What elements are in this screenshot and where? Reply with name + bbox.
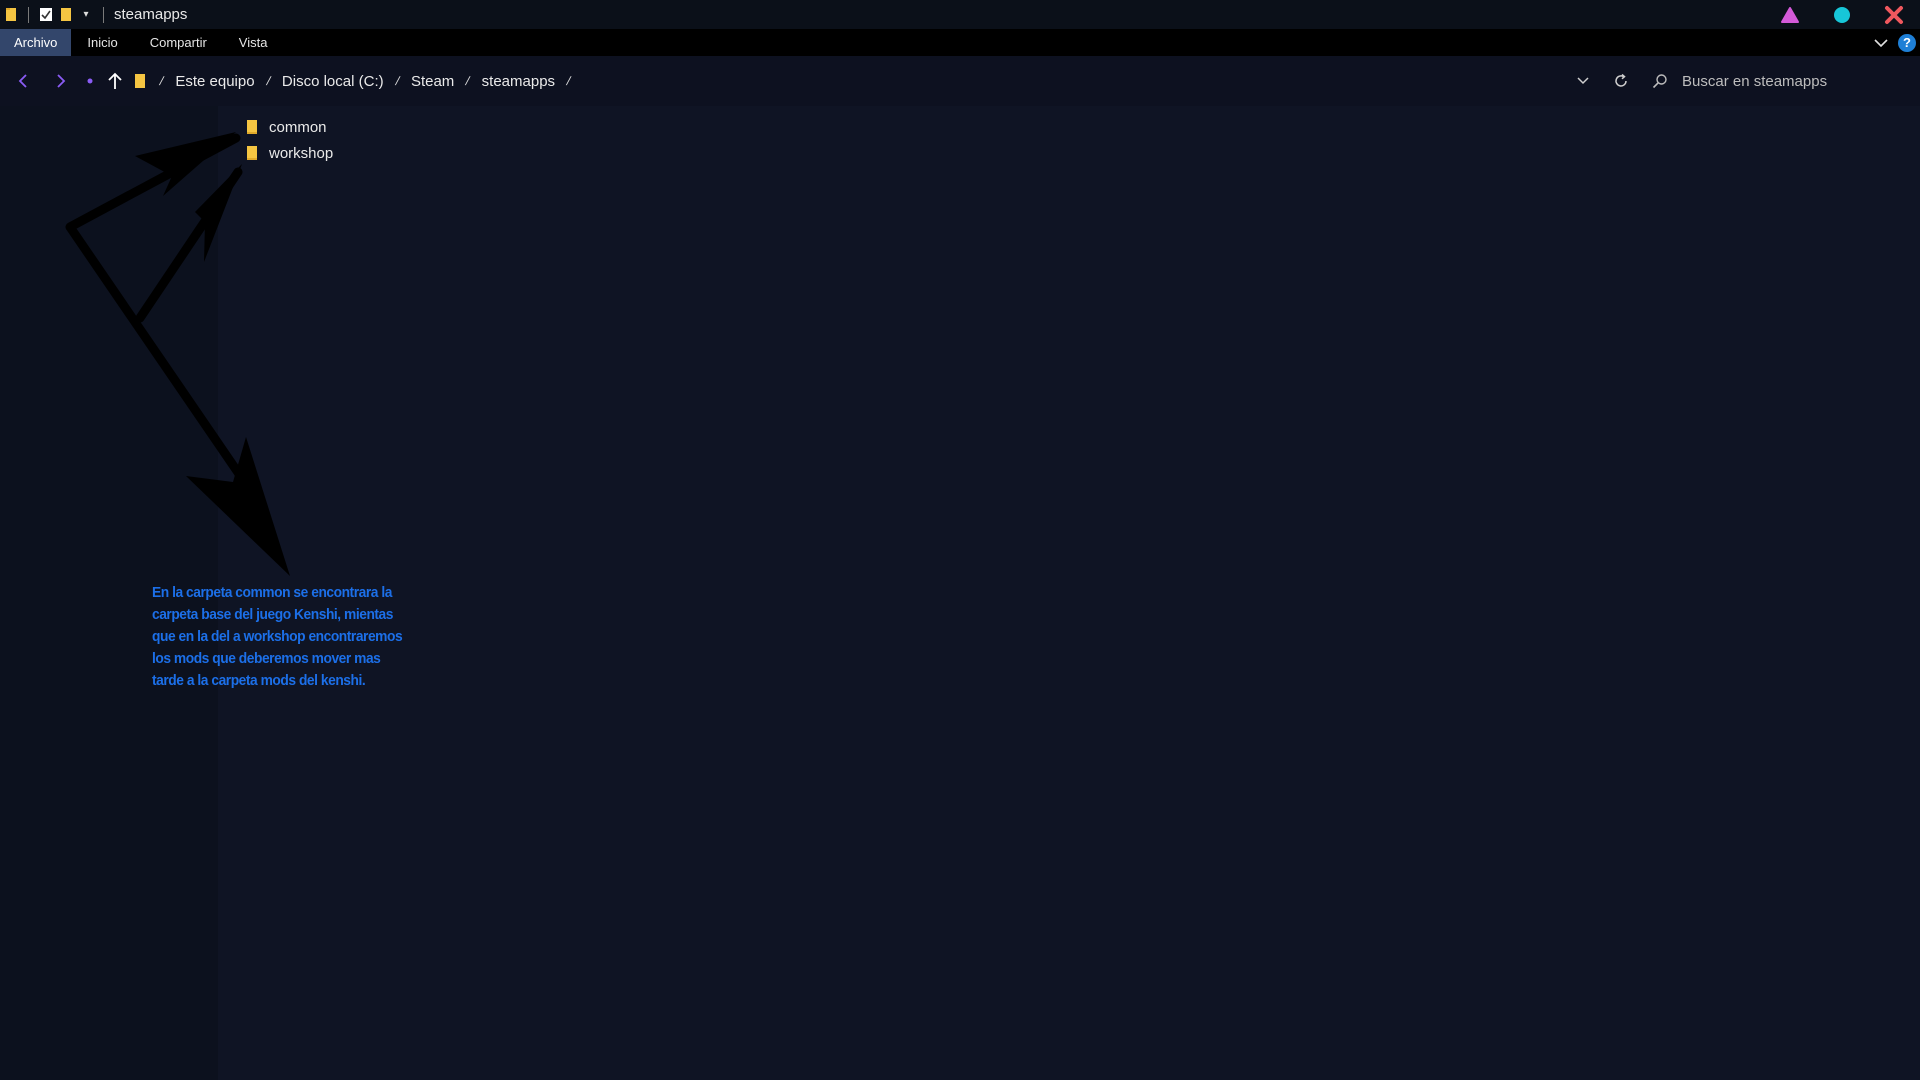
refresh-icon	[1615, 73, 1627, 87]
tab-archivo[interactable]: Archivo	[0, 29, 72, 56]
annotation-line: los mods que deberemos mover mas	[152, 650, 381, 667]
circle-icon	[1834, 6, 1850, 23]
annotation-line: En la carpeta common se encontrara la	[152, 584, 392, 601]
address-bar-row: / Este equipo / Disco local (C:) / Steam…	[0, 56, 1920, 106]
folder-icon	[134, 73, 146, 89]
ribbon-tabs: Archivo Inicio Compartir Vista ?	[0, 29, 1920, 56]
chevron-down-icon	[1577, 77, 1589, 85]
expand-ribbon-icon[interactable]	[1874, 38, 1888, 48]
file-list[interactable]	[218, 106, 1920, 1080]
help-icon[interactable]: ?	[1898, 33, 1916, 52]
annotation-line: que en la del a workshop encontraremos	[152, 628, 403, 645]
search-box[interactable]	[1640, 56, 1920, 106]
annotation-note: En la carpeta common se encontrara la ca…	[152, 582, 437, 692]
breadcrumb-separator[interactable]: /	[456, 74, 479, 88]
back-button[interactable]	[4, 56, 42, 106]
close-icon	[1885, 5, 1903, 24]
triangle-icon	[1781, 6, 1799, 23]
title-bar: ▾ steamapps	[0, 0, 1920, 29]
arrow-up-icon	[108, 72, 122, 89]
list-item[interactable]: workshop	[246, 141, 333, 165]
chevron-right-icon	[57, 74, 66, 88]
address-history-button[interactable]	[1564, 56, 1602, 106]
toolbar-divider	[103, 6, 104, 23]
breadcrumb-item[interactable]: Disco local (C:)	[278, 73, 388, 90]
breadcrumb-separator[interactable]: /	[557, 74, 580, 88]
annotation-line: tarde a la carpeta mods del kenshi.	[152, 672, 366, 689]
folder-icon	[246, 118, 260, 136]
breadcrumb-item[interactable]: steamapps	[478, 73, 559, 90]
minimize-button[interactable]	[1764, 0, 1816, 29]
file-name: workshop	[269, 144, 334, 162]
annotation-line: carpeta base del juego Kenshi, mientas	[152, 606, 393, 623]
search-icon	[1652, 74, 1667, 89]
tab-vista[interactable]: Vista	[223, 29, 284, 56]
breadcrumb-separator[interactable]: /	[150, 74, 173, 88]
quick-access-toolbar: ▾ steamapps	[0, 0, 187, 29]
window-controls	[1764, 0, 1920, 29]
breadcrumb[interactable]: / Este equipo / Disco local (C:) / Steam…	[134, 56, 578, 106]
customize-toolbar-icon[interactable]: ▾	[79, 7, 93, 23]
chevron-left-icon	[18, 74, 27, 88]
new-folder-icon[interactable]	[59, 7, 73, 23]
breadcrumb-item[interactable]: Steam	[407, 73, 458, 90]
recent-locations-button[interactable]	[80, 56, 100, 106]
search-input[interactable]	[1680, 71, 1900, 91]
close-button[interactable]	[1868, 0, 1920, 29]
up-button[interactable]	[100, 56, 130, 106]
breadcrumb-item[interactable]: Este equipo	[171, 73, 258, 90]
forward-button[interactable]	[42, 56, 80, 106]
window-title: steamapps	[114, 6, 188, 23]
folder-icon	[4, 7, 18, 23]
maximize-button[interactable]	[1816, 0, 1868, 29]
refresh-button[interactable]	[1602, 56, 1640, 106]
tab-inicio[interactable]: Inicio	[71, 29, 133, 56]
toolbar-divider	[28, 6, 29, 23]
tab-compartir[interactable]: Compartir	[134, 29, 223, 56]
dot-icon	[87, 78, 93, 84]
breadcrumb-separator[interactable]: /	[386, 74, 409, 88]
list-item[interactable]: common	[246, 115, 327, 139]
file-name: common	[269, 118, 327, 136]
properties-icon[interactable]	[39, 7, 53, 23]
folder-icon	[246, 144, 260, 162]
breadcrumb-separator[interactable]: /	[257, 74, 280, 88]
